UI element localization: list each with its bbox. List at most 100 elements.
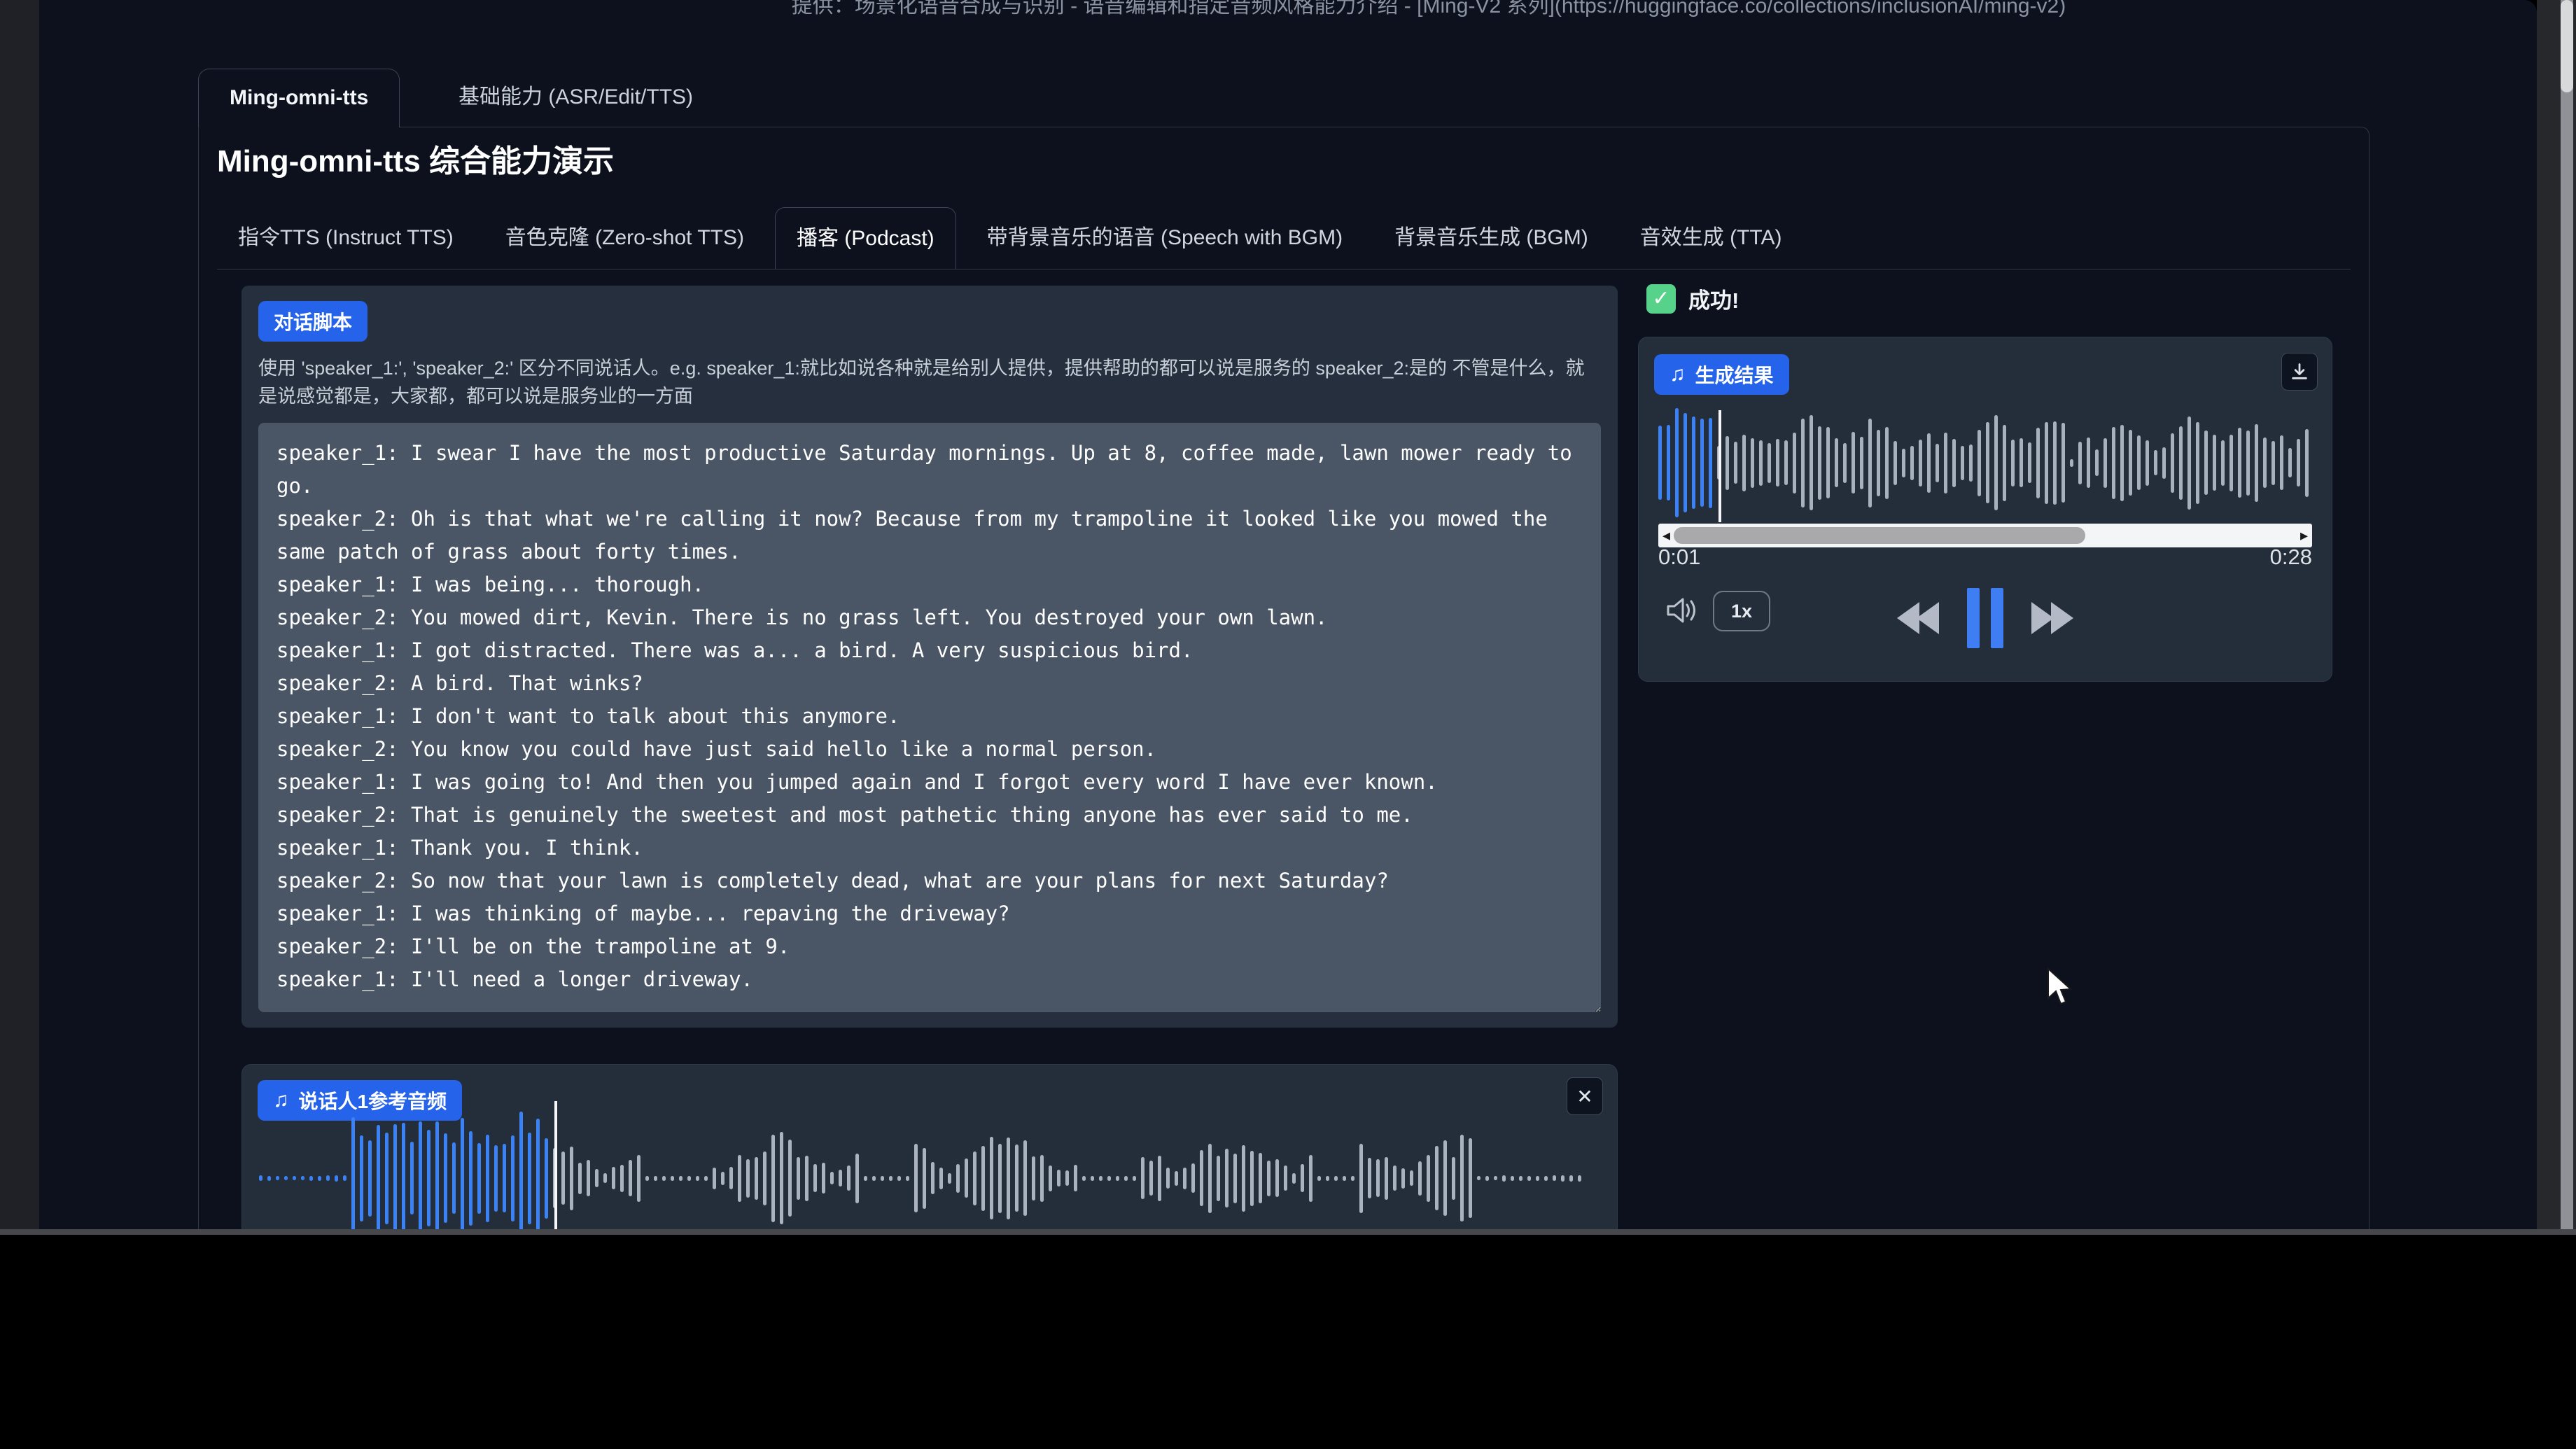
waveform-bar (713, 1168, 716, 1189)
waveform-bar (2213, 435, 2216, 491)
time-row: 0:01 0:28 (1658, 545, 2312, 570)
waveform-bar (1485, 1176, 1489, 1181)
waveform-bar (1217, 1156, 1220, 1201)
waveform-bar (914, 1144, 918, 1212)
waveform-scrollbar[interactable]: ◂ ▸ (1658, 524, 2312, 547)
waveform-bar (1309, 1155, 1312, 1202)
dialog-script-badge-label: 对话脚本 (274, 307, 352, 335)
waveform-bar (587, 1160, 590, 1196)
waveform-bar (763, 1152, 766, 1205)
waveform-bar (1351, 1176, 1354, 1181)
music-note-icon: ♫ (273, 1088, 289, 1112)
waveform-bar (309, 1176, 313, 1181)
waveform-bar (1709, 418, 1712, 508)
waveform-bar (536, 1119, 540, 1229)
subtab-speech-bgm[interactable]: 带背景音乐的语音 (Speech with BGM) (966, 207, 1364, 269)
waveform-bar (881, 1176, 884, 1181)
dialog-script-textarea[interactable]: speaker_1: I swear I have the most produ… (258, 423, 1601, 1012)
waveform-bar (1200, 1150, 1203, 1206)
scrollbar-right-arrow[interactable]: ▸ (2300, 528, 2308, 542)
waveform-bar (612, 1167, 615, 1189)
waveform-bar (1801, 419, 1805, 507)
waveform-bar (435, 1121, 439, 1230)
waveform-bar (687, 1176, 691, 1181)
screen: 提供：场景化语音合成与识别 - 语音编辑和指定音频风格能力介绍 - [Ming-… (0, 0, 2576, 1449)
close-button[interactable]: ✕ (1567, 1077, 1603, 1115)
waveform-bar (2196, 422, 2199, 504)
waveform-bar (704, 1176, 708, 1181)
status-row: ✓ 成功! (1646, 283, 1739, 314)
speaker1-reference-panel: ♫ 说话人1参考音频 ✕ (241, 1064, 1618, 1229)
tab-ming-omni-tts[interactable]: Ming-omni-tts (198, 69, 400, 127)
waveform-bar (1032, 1156, 1035, 1200)
page-scrollbar-thumb[interactable] (2561, 0, 2573, 92)
waveform-bar (637, 1155, 640, 1202)
rewind-icon[interactable] (1896, 598, 1943, 638)
waveform-bar (267, 1176, 271, 1181)
waveform-bar (1835, 438, 1838, 487)
waveform-bar (461, 1118, 464, 1229)
waveform-bar (939, 1168, 943, 1189)
fast-forward-icon[interactable] (2027, 598, 2075, 638)
waveform-bar (1317, 1176, 1321, 1181)
page-title: Ming-omni-tts 综合能力演示 (217, 136, 614, 181)
waveform-bar (2204, 430, 2208, 495)
waveform-bar (1124, 1176, 1128, 1181)
waveform-bar (2171, 433, 2174, 493)
waveform-bar (771, 1135, 775, 1222)
waveform-bar (528, 1133, 531, 1224)
waveform-bar (1158, 1156, 1161, 1201)
success-check-icon: ✓ (1646, 284, 1676, 314)
waveform-bar (1469, 1138, 1472, 1218)
waveform-bar (1175, 1171, 1178, 1186)
waveform-bar (1133, 1176, 1136, 1181)
subtab-tta[interactable]: 音效生成 (TTA) (1619, 207, 1803, 269)
waveform-bar (2297, 439, 2300, 486)
waveform-bar (1578, 1175, 1581, 1182)
page-scrollbar[interactable] (2561, 0, 2573, 1229)
reference-playhead[interactable] (554, 1101, 557, 1229)
waveform-bar (1952, 439, 1956, 487)
waveform-bar (2070, 459, 2073, 467)
waveform-bar (284, 1176, 288, 1180)
waveform-bar (1658, 426, 1662, 500)
waveform-bar (2305, 429, 2309, 497)
waveform-bar (2263, 438, 2267, 488)
waveform-bar (452, 1142, 456, 1214)
subtab-bgm[interactable]: 背景音乐生成 (BGM) (1373, 207, 1609, 269)
waveform-bar (1684, 413, 1687, 512)
waveform-bar (948, 1173, 951, 1184)
waveform-bar (2112, 427, 2115, 499)
scrollbar-left-arrow[interactable]: ◂ (1662, 528, 1670, 542)
result-playhead[interactable] (1718, 410, 1721, 522)
waveform-bar (1768, 443, 1771, 483)
waveform-bar (276, 1176, 279, 1180)
download-button[interactable] (2281, 353, 2318, 391)
subtab-zero-shot-tts[interactable]: 音色克隆 (Zero-shot TTS) (484, 207, 765, 269)
waveform-bar (1961, 446, 1964, 480)
waveform-bar (1418, 1161, 1422, 1196)
waveform-bar (2280, 435, 2283, 490)
waveform-bar (1569, 1175, 1573, 1182)
subtab-instruct-tts[interactable]: 指令TTS (Instruct TTS) (217, 207, 475, 269)
waveform-bar (511, 1135, 514, 1222)
waveform-bar (1183, 1168, 1186, 1189)
waveform-bar (1784, 440, 1788, 485)
tab-basic-abilities[interactable]: 基础能力 (ASR/Edit/TTS) (428, 69, 724, 127)
waveform-bar (486, 1135, 489, 1222)
result-waveform[interactable] (1658, 410, 2312, 515)
waveform-bar (973, 1152, 976, 1205)
waveform-bar (746, 1159, 750, 1198)
waveform-bar (2087, 438, 2090, 488)
pause-button[interactable] (1967, 588, 2003, 648)
waveform-bar (351, 1117, 355, 1229)
reference-waveform[interactable] (259, 1129, 1600, 1227)
waveform-bar (335, 1175, 338, 1182)
waveform-bar (1393, 1166, 1396, 1191)
waveform-bar (477, 1143, 481, 1214)
scrollbar-thumb[interactable] (1674, 527, 2085, 544)
waveform-bar (1410, 1170, 1413, 1186)
waveform-bar (1250, 1151, 1254, 1206)
subtab-podcast[interactable]: 播客 (Podcast) (775, 207, 956, 269)
waveform-bar (1944, 433, 1947, 493)
